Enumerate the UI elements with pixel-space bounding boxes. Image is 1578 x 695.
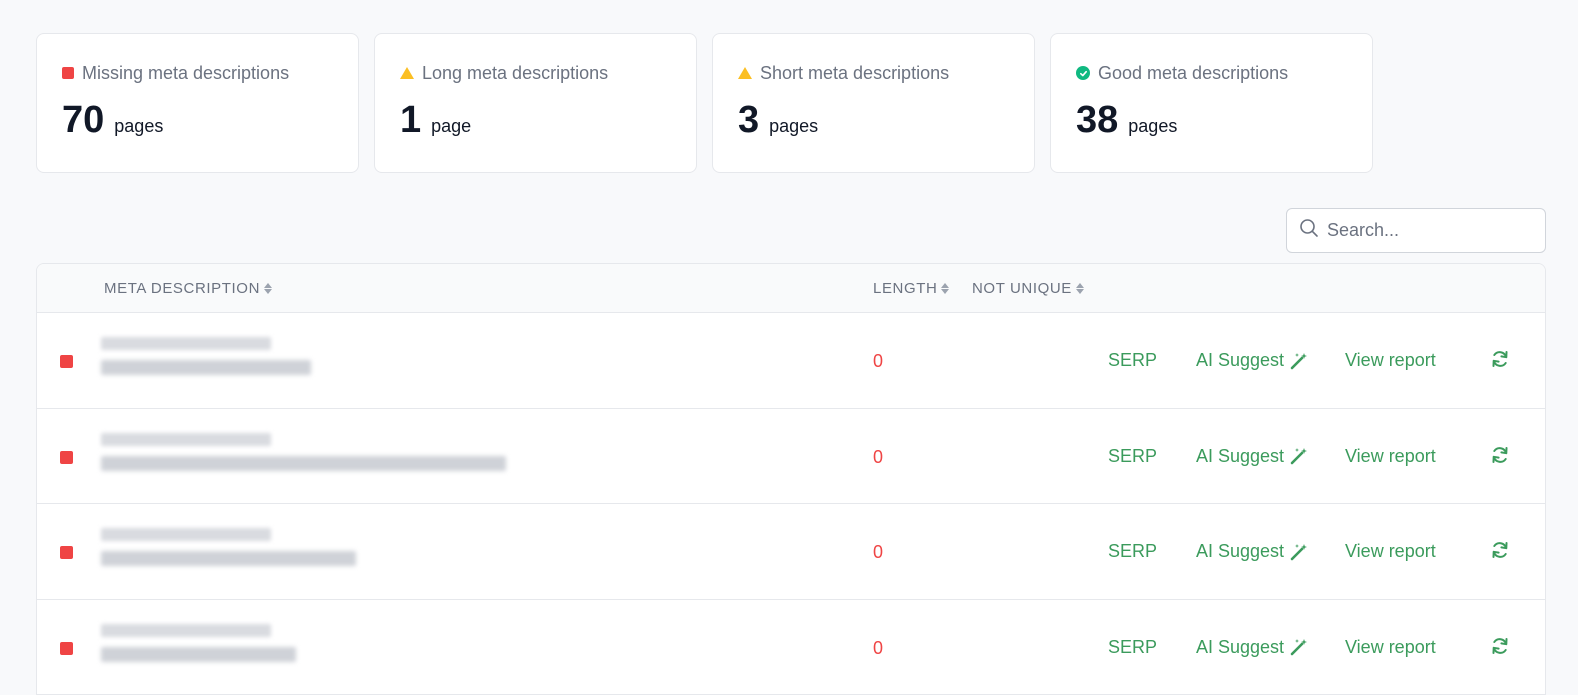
refresh-icon[interactable] — [1490, 636, 1510, 661]
table-row: 0 SERP AI Suggest View report — [37, 600, 1545, 695]
card-label: Missing meta descriptions — [82, 62, 290, 83]
card-count: 38 — [1076, 99, 1119, 141]
ai-suggest-button[interactable]: AI Suggest — [1196, 637, 1309, 658]
good-card[interactable]: Good meta descriptions 38 pages — [1050, 33, 1373, 173]
ai-suggest-button[interactable]: AI Suggest — [1196, 350, 1309, 371]
check-circle-icon — [1076, 66, 1090, 80]
view-report-link[interactable]: View report — [1345, 541, 1436, 562]
warning-triangle-icon — [738, 67, 752, 79]
ai-suggest-button[interactable]: AI Suggest — [1196, 541, 1309, 562]
missing-square-icon — [60, 546, 73, 559]
refresh-icon[interactable] — [1490, 445, 1510, 470]
column-header-not-unique[interactable]: NOT UNIQUE — [972, 280, 1084, 297]
table-header: META DESCRIPTION LENGTH NOT UNIQUE — [37, 264, 1545, 313]
summary-cards: Missing meta descriptions 70 pages Long … — [36, 33, 1373, 173]
search-box[interactable] — [1286, 208, 1546, 253]
card-label: Good meta descriptions — [1098, 62, 1289, 83]
ai-suggest-button[interactable]: AI Suggest — [1196, 446, 1309, 467]
card-label: Long meta descriptions — [422, 62, 609, 83]
missing-card[interactable]: Missing meta descriptions 70 pages — [36, 33, 359, 173]
search-icon — [1299, 218, 1319, 243]
card-unit: pages — [1128, 116, 1178, 136]
sort-icon — [264, 283, 273, 294]
serp-link[interactable]: SERP — [1108, 637, 1157, 658]
sort-icon — [1075, 283, 1084, 294]
missing-square-icon — [60, 355, 73, 368]
view-report-link[interactable]: View report — [1345, 350, 1436, 371]
redacted-description — [101, 623, 521, 674]
warning-triangle-icon — [400, 67, 414, 79]
serp-link[interactable]: SERP — [1108, 446, 1157, 467]
view-report-link[interactable]: View report — [1345, 637, 1436, 658]
magic-wand-icon — [1290, 352, 1308, 369]
short-card[interactable]: Short meta descriptions 3 pages — [712, 33, 1035, 173]
search-input[interactable] — [1327, 220, 1527, 241]
refresh-icon[interactable] — [1490, 349, 1510, 374]
refresh-icon[interactable] — [1490, 540, 1510, 565]
redacted-description — [101, 528, 521, 578]
magic-wand-icon — [1290, 448, 1308, 465]
long-card[interactable]: Long meta descriptions 1 page — [374, 33, 697, 173]
column-header-length[interactable]: LENGTH — [873, 280, 950, 297]
magic-wand-icon — [1290, 543, 1308, 560]
serp-link[interactable]: SERP — [1108, 541, 1157, 562]
card-unit: page — [431, 116, 472, 136]
card-unit: pages — [114, 116, 164, 136]
table-row: 0 SERP AI Suggest View report — [37, 409, 1545, 504]
redacted-description — [101, 337, 521, 387]
sort-icon — [941, 283, 950, 294]
serp-link[interactable]: SERP — [1108, 350, 1157, 371]
table-row: 0 SERP AI Suggest View report — [37, 313, 1545, 409]
card-count: 1 — [400, 99, 422, 141]
card-label: Short meta descriptions — [760, 62, 950, 83]
missing-square-icon — [60, 450, 73, 464]
length-value: 0 — [873, 637, 884, 658]
view-report-link[interactable]: View report — [1345, 446, 1436, 467]
card-count: 70 — [62, 99, 105, 141]
length-value: 0 — [873, 351, 884, 371]
card-unit: pages — [769, 116, 819, 136]
length-value: 0 — [873, 542, 884, 562]
table-row: 0 SERP AI Suggest View report — [37, 504, 1545, 600]
card-count: 3 — [738, 99, 760, 141]
meta-description-table: META DESCRIPTION LENGTH NOT UNIQUE 0 SER… — [36, 263, 1546, 695]
column-header-meta-description[interactable]: META DESCRIPTION — [104, 280, 273, 297]
magic-wand-icon — [1290, 639, 1308, 656]
missing-square-icon — [60, 641, 73, 655]
redacted-description — [101, 432, 521, 483]
missing-square-icon — [62, 67, 74, 79]
length-value: 0 — [873, 446, 884, 467]
